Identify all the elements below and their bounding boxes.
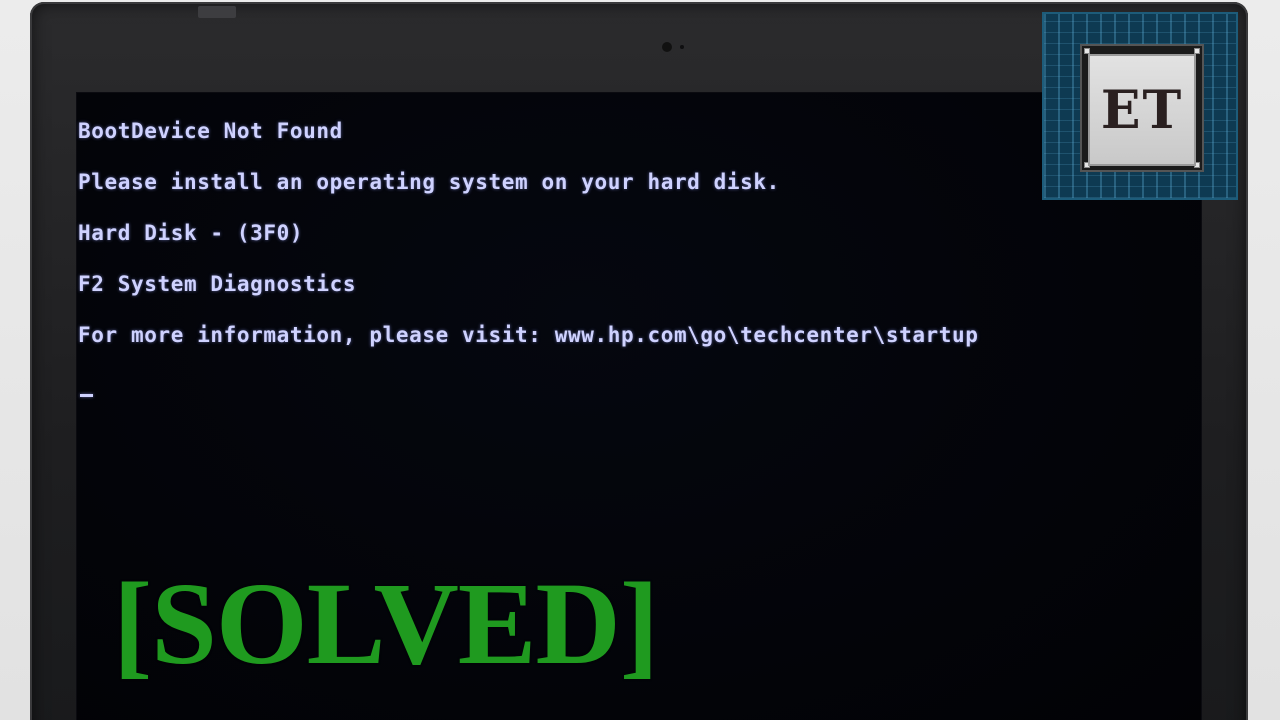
bezel-latch [198,6,236,18]
f2-diagnostics-hint: F2 System Diagnostics [78,272,357,296]
channel-logo: ET [1042,12,1238,200]
install-os-message: Please install an operating system on yo… [78,170,780,194]
blinking-cursor [80,394,93,397]
webcam-icon [662,42,672,52]
cpu-chip-face: ET [1088,54,1196,166]
webcam-led [680,45,684,49]
boot-device-error-line: BootDevice Not Found [78,119,343,143]
more-info-url-line: For more information, please visit: www.… [78,323,979,347]
video-thumbnail: BootDevice Not Found Please install an o… [0,0,1280,720]
logo-initials: ET [1100,79,1184,141]
solved-overlay-label: [SOLVED] [113,558,659,689]
hard-disk-error-code: Hard Disk - (3F0) [78,221,304,245]
